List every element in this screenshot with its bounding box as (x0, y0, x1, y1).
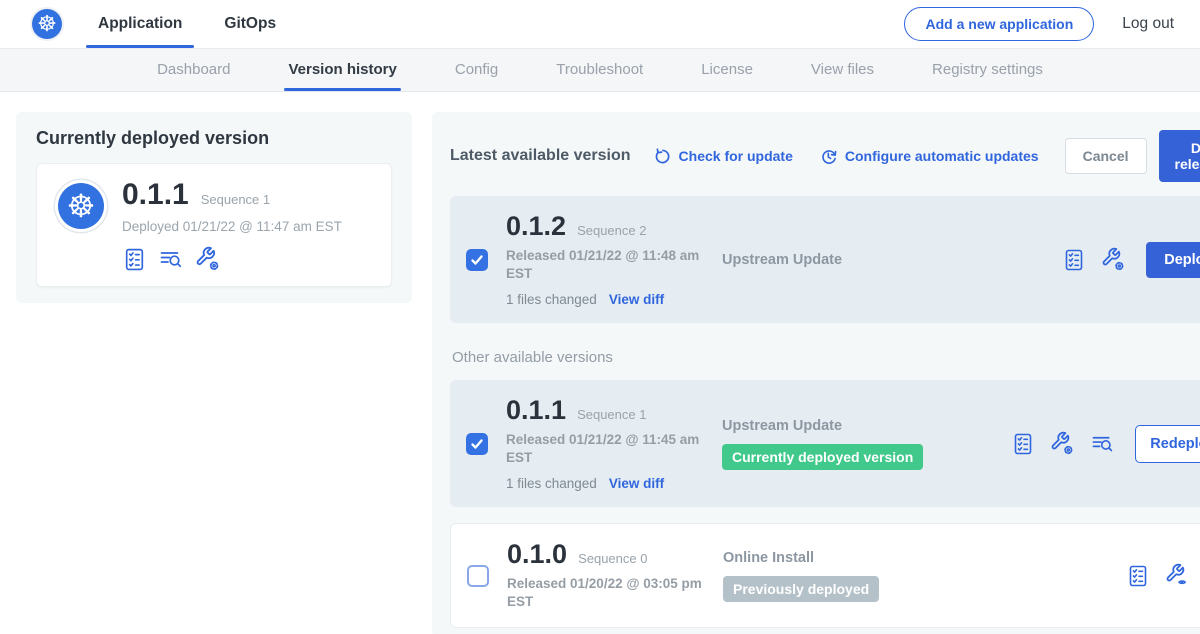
sequence-label: Sequence 2 (577, 223, 646, 238)
sequence-label: Sequence 0 (578, 551, 647, 566)
version-checkbox[interactable] (466, 249, 488, 271)
version-info: 0.1.2 Sequence 2 Released 01/21/22 @ 11:… (506, 212, 718, 307)
source-label: Upstream Update (722, 418, 1011, 434)
source-label: Online Install (723, 550, 1126, 566)
edit-config-icon[interactable] (1101, 247, 1126, 272)
edit-config-icon[interactable] (195, 246, 221, 272)
currently-deployed-card: Currently deployed version 0.1.1 Sequenc… (16, 112, 412, 303)
kubernetes-logo-icon (32, 9, 62, 39)
version-info: 0.1.1 Sequence 1 Released 01/21/22 @ 11:… (506, 396, 718, 491)
nav-tab-gitops[interactable]: GitOps (212, 0, 288, 48)
app-subnav: Dashboard Version history Config Trouble… (0, 48, 1200, 92)
version-row-0-1-2: 0.1.2 Sequence 2 Released 01/21/22 @ 11:… (450, 196, 1200, 323)
refresh-icon (653, 147, 672, 166)
version-actions: Deploy (1062, 242, 1200, 278)
cancel-button[interactable]: Cancel (1065, 138, 1147, 174)
version-history-panel: Latest available version Check for updat… (432, 112, 1200, 634)
app-logo-icon (58, 183, 104, 229)
release-notes-icon[interactable] (1062, 248, 1086, 272)
other-versions-title: Other available versions (452, 349, 1200, 366)
version-number: 0.1.0 (507, 540, 567, 570)
latest-version-header: Latest available version Check for updat… (450, 130, 1200, 182)
version-source: Online Install Previously deployed (719, 550, 1126, 602)
configure-automatic-updates-link[interactable]: Configure automatic updates (819, 147, 1039, 166)
version-info: 0.1.0 Sequence 0 Released 01/20/22 @ 03:… (507, 540, 719, 611)
kubernetes-wheel-glyph (67, 190, 96, 222)
version-checkbox[interactable] (467, 565, 489, 587)
previously-deployed-badge: Previously deployed (723, 576, 879, 602)
files-changed-row: 1 files changed View diff (506, 292, 718, 307)
edit-config-icon[interactable] (1050, 431, 1075, 456)
released-timestamp: Released 01/20/22 @ 03:05 pm EST (507, 575, 703, 611)
deployed-version-number: 0.1.1 (122, 180, 189, 210)
diff-releases-button[interactable]: Diff releases (1159, 130, 1200, 182)
view-files-icon[interactable] (158, 247, 184, 271)
version-row-0-1-1: 0.1.1 Sequence 1 Released 01/21/22 @ 11:… (450, 380, 1200, 507)
subnav-item-version-history[interactable]: Version history (288, 49, 396, 91)
schedule-update-icon (819, 147, 838, 166)
version-source: Upstream Update Currently deployed versi… (718, 418, 1011, 470)
deployed-sequence-label: Sequence 1 (201, 192, 270, 207)
version-actions: Redeploy (1011, 425, 1200, 463)
deploy-button[interactable]: Deploy (1146, 242, 1200, 278)
subnav-item-license[interactable]: License (701, 49, 753, 91)
files-changed-label: 1 files changed (506, 292, 597, 307)
view-config-icon[interactable] (1165, 563, 1190, 588)
released-timestamp: Released 01/21/22 @ 11:48 am EST (506, 247, 702, 283)
subnav-item-troubleshoot[interactable]: Troubleshoot (556, 49, 643, 91)
deployed-version-info: 0.1.1 Sequence 1 Deployed 01/21/22 @ 11:… (122, 180, 342, 272)
checkmark-icon (470, 437, 484, 451)
release-notes-icon[interactable] (122, 247, 147, 272)
top-navbar: Application GitOps Add a new application… (0, 0, 1200, 48)
subnav-item-registry-settings[interactable]: Registry settings (932, 49, 1043, 91)
add-application-button[interactable]: Add a new application (904, 7, 1094, 41)
files-changed-label: 1 files changed (506, 476, 597, 491)
version-actions (1126, 563, 1200, 588)
files-changed-row: 1 files changed View diff (506, 476, 718, 491)
configure-automatic-updates-label: Configure automatic updates (845, 148, 1039, 164)
release-notes-icon[interactable] (1011, 432, 1035, 456)
redeploy-button[interactable]: Redeploy (1135, 425, 1200, 463)
currently-deployed-badge: Currently deployed version (722, 444, 923, 470)
deployed-timestamp: Deployed 01/21/22 @ 11:47 am EST (122, 219, 342, 234)
version-row-0-1-0: 0.1.0 Sequence 0 Released 01/20/22 @ 03:… (450, 523, 1200, 628)
latest-version-title: Latest available version (450, 147, 631, 165)
subnav-item-dashboard[interactable]: Dashboard (157, 49, 230, 91)
main-content: Currently deployed version 0.1.1 Sequenc… (0, 92, 1200, 634)
view-diff-link[interactable]: View diff (609, 292, 664, 307)
deployed-version-box: 0.1.1 Sequence 1 Deployed 01/21/22 @ 11:… (36, 163, 392, 287)
checkmark-icon (470, 253, 484, 267)
version-source: Upstream Update (718, 252, 1062, 268)
subnav-item-view-files[interactable]: View files (811, 49, 874, 91)
view-files-icon[interactable] (1090, 432, 1115, 455)
subnav-item-config[interactable]: Config (455, 49, 498, 91)
nav-tab-application[interactable]: Application (86, 0, 194, 48)
version-number: 0.1.1 (506, 396, 566, 426)
logout-link[interactable]: Log out (1122, 15, 1174, 33)
view-diff-link[interactable]: View diff (609, 476, 664, 491)
navbar-right-group: Add a new application Log out (904, 7, 1174, 41)
version-number: 0.1.2 (506, 212, 566, 242)
kubernetes-wheel-glyph (37, 13, 57, 36)
check-for-update-link[interactable]: Check for update (653, 147, 793, 166)
sequence-label: Sequence 1 (577, 407, 646, 422)
version-checkbox[interactable] (466, 433, 488, 455)
released-timestamp: Released 01/21/22 @ 11:45 am EST (506, 431, 702, 467)
currently-deployed-title: Currently deployed version (36, 128, 392, 149)
check-for-update-label: Check for update (679, 148, 793, 164)
source-label: Upstream Update (722, 252, 1062, 268)
release-notes-icon[interactable] (1126, 564, 1150, 588)
